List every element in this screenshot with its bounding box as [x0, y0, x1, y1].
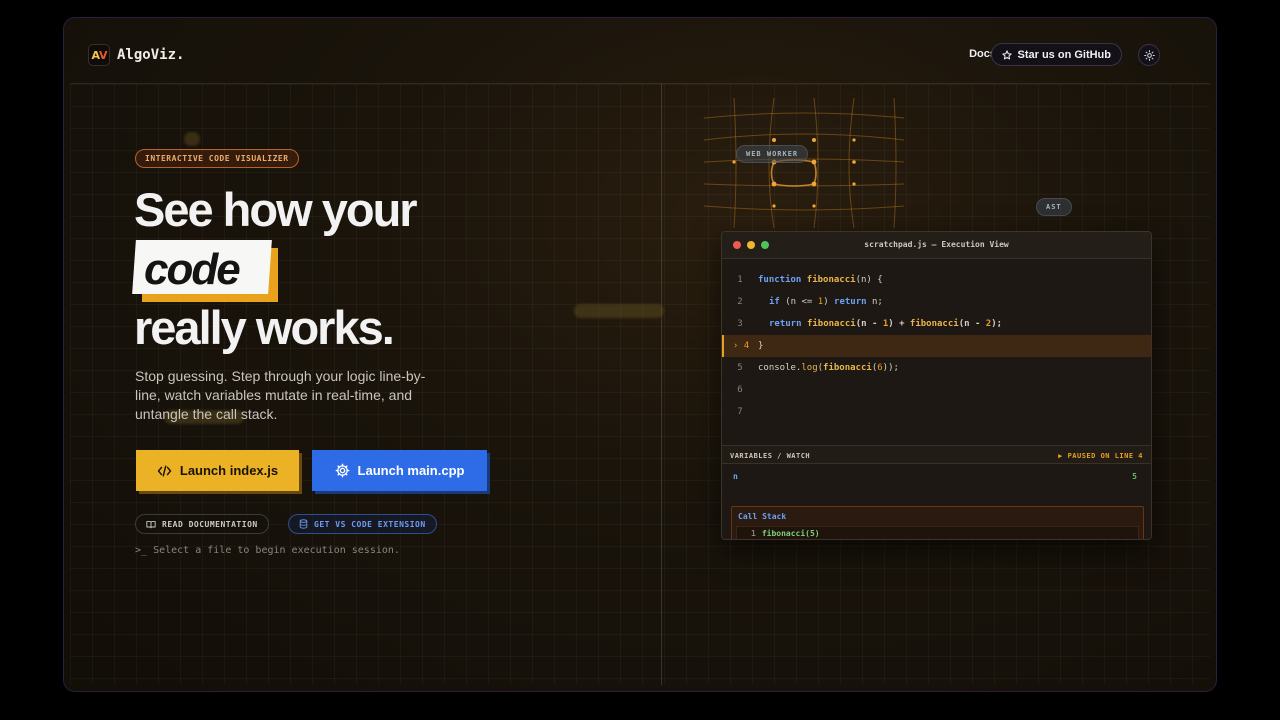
sun-icon — [1143, 49, 1155, 61]
frame-call: fibonacci(5) — [761, 528, 820, 538]
vscode-extension-button[interactable]: GET VS CODE EXTENSION — [288, 514, 437, 534]
variables-label: VARIABLES / WATCH — [730, 452, 811, 460]
github-star-button[interactable]: Star us on GitHub — [990, 43, 1122, 66]
variable-value: 5 — [1132, 472, 1137, 481]
top-nav: AV AlgoViz. Docs Star us on GitHub — [88, 43, 1192, 67]
launch-js-label: Launch index.js — [179, 463, 279, 478]
read-docs-label: READ DOCUMENTATION — [162, 519, 258, 529]
database-icon — [299, 519, 308, 529]
window-filename: scratchpad.js — Execution View — [864, 240, 1009, 249]
call-stack-label: Call Stack — [738, 512, 787, 521]
hero-divider — [661, 84, 662, 685]
gear-icon — [335, 463, 349, 478]
launch-cpp-label: Launch main.cpp — [357, 463, 465, 478]
star-icon — [1001, 49, 1012, 59]
mesh-graphic — [703, 97, 905, 229]
line-number: 5 — [737, 363, 743, 373]
hero-title-line3: really works. — [134, 301, 395, 354]
code-area: 1 function fibonacci(n) { 2 if (n <= 1) … — [722, 259, 1151, 445]
paused-status: ▶ PAUSED ON LINE 4 — [1058, 452, 1143, 460]
line-number: 2 — [737, 297, 743, 307]
read-docs-button[interactable]: READ DOCUMENTATION — [135, 514, 269, 534]
blurred-tag — [574, 304, 664, 318]
variable-name: n — [733, 472, 738, 481]
hero-badge: INTERACTIVE CODE VISUALIZER — [135, 149, 299, 168]
execution-view-window: scratchpad.js — Execution View 1 functio… — [721, 231, 1152, 540]
code-line: 3 return fibonacci(n - 1) + fibonacci(n … — [722, 313, 1151, 335]
line-number: 7 — [737, 407, 743, 417]
web-worker-tag: WEB WORKER — [736, 145, 809, 163]
code-line: 7 — [722, 401, 1151, 423]
book-icon — [146, 520, 156, 528]
app-frame: AV AlgoViz. Docs Star us on GitHub WEB W… — [63, 17, 1217, 692]
launch-cpp-button[interactable]: Launch main.cpp — [312, 450, 487, 491]
line-number: 1 — [737, 275, 743, 285]
code-line: 5 console.log(fibonacci(6)); — [722, 357, 1151, 379]
code-icon — [157, 464, 172, 477]
vscode-extension-label: GET VS CODE EXTENSION — [314, 519, 426, 529]
code-line: 6 — [722, 379, 1151, 401]
terminal-prompt-icon: >_ — [135, 545, 148, 556]
brand-name[interactable]: AlgoViz. — [117, 47, 184, 63]
hero-title-line1: See how your — [134, 183, 418, 236]
line-number: 3 — [737, 319, 743, 329]
ast-tag: AST — [1036, 198, 1072, 216]
variables-header: VARIABLES / WATCH ▶ PAUSED ON LINE 4 — [722, 445, 1151, 464]
github-button-label: Star us on GitHub — [1017, 48, 1112, 61]
call-stack-frame[interactable]: 1 fibonacci(5) — [736, 526, 1139, 539]
blurred-tag — [184, 132, 200, 146]
theme-toggle-button[interactable] — [1138, 44, 1160, 66]
window-titlebar: scratchpad.js — Execution View — [722, 232, 1151, 259]
code-line: 1 function fibonacci(n) { — [722, 269, 1151, 291]
code-line-active: › 4 } — [722, 335, 1151, 357]
line-number: 6 — [737, 385, 743, 395]
status-line: >_ Select a file to begin execution sess… — [135, 545, 400, 556]
header-divider — [70, 83, 1210, 84]
frame-index: 1 — [751, 528, 756, 538]
highlight-word: code — [144, 245, 241, 294]
code-line: 2 if (n <= 1) return n; — [722, 291, 1151, 313]
variable-row[interactable]: n 5 — [722, 464, 1151, 488]
status-text: Select a file to begin execution session… — [153, 545, 400, 556]
logo-icon[interactable]: AV — [88, 44, 110, 66]
launch-js-button[interactable]: Launch index.js — [136, 450, 299, 491]
line-number: › 4 — [732, 341, 750, 351]
hero-subtitle: Stop guessing. Step through your logic l… — [135, 368, 426, 422]
current-line-arrow-icon: › — [732, 341, 744, 351]
call-stack-panel: Call Stack 1 fibonacci(5) — [731, 506, 1144, 539]
hero-title-highlight: code — [132, 240, 278, 302]
